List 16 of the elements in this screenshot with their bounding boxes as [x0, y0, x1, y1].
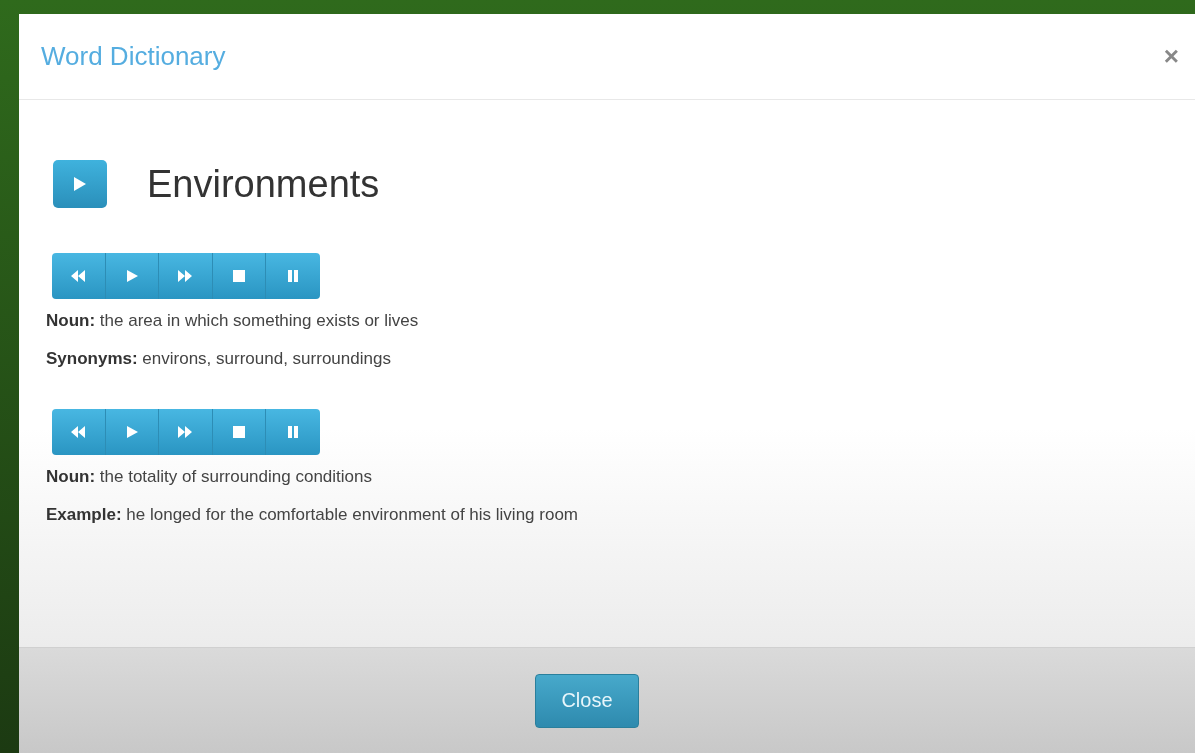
word-heading: Environments [147, 162, 380, 206]
fast-forward-icon [177, 425, 194, 439]
note-text: Example: he longed for the comfortable environment of his living room [46, 505, 579, 525]
dialog-title: Word Dictionary [41, 41, 226, 72]
rewind-icon [70, 425, 87, 439]
rewind-icon [70, 269, 87, 283]
definition-text: Noun: the area in which something exists or lives [46, 311, 420, 331]
close-button[interactable]: Close [535, 673, 639, 728]
close-button[interactable]: × [1157, 41, 1185, 72]
fast-forward-icon [177, 269, 194, 283]
stop-icon [231, 425, 248, 439]
play-icon [73, 176, 87, 192]
definition-text: Noun: the totality of surrounding conditions [46, 467, 373, 487]
stop-icon [231, 269, 248, 283]
play-button[interactable] [53, 160, 107, 208]
note-text: Synonyms: environs, surround, surroundings [46, 349, 392, 369]
